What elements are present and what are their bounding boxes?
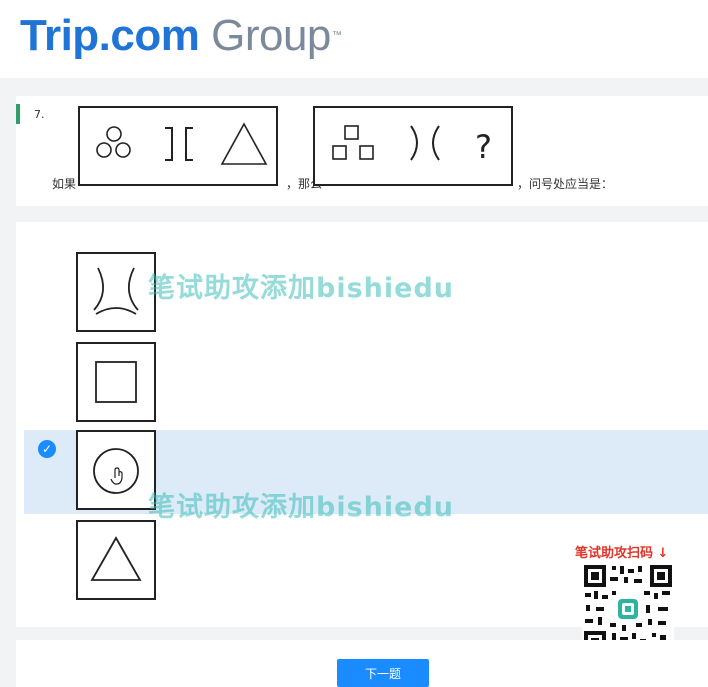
question-mark-glyph: ? <box>475 128 492 166</box>
figure-left-drawing <box>96 122 268 165</box>
question-text-before: 如果 <box>52 177 77 191</box>
figure-right-drawing: ? <box>332 125 492 166</box>
question-number: 7. <box>34 108 45 121</box>
next-question-button[interactable]: 下一题 <box>337 659 429 687</box>
triangle-icon <box>90 536 142 581</box>
question-figure-left <box>78 106 278 186</box>
question-text-after: ，问号处应当是： <box>517 177 614 191</box>
option-b[interactable] <box>24 340 708 424</box>
square-icon <box>95 361 137 403</box>
question-figure-right: ? <box>313 106 513 186</box>
question-accent-bar <box>16 104 20 124</box>
footer-bar: 下一题 <box>16 640 708 687</box>
check-icon: ✓ <box>38 440 56 458</box>
option-d-figure[interactable] <box>76 520 156 600</box>
watermark-top: 笔试助攻添加bishiedu <box>148 273 454 304</box>
logo-group: Group <box>211 11 331 60</box>
logo-trademark: ™ <box>331 30 342 41</box>
option-b-figure[interactable] <box>76 342 156 422</box>
qr-label: 笔试助攻扫码 ↓ <box>575 546 669 561</box>
option-a-figure[interactable] <box>76 252 156 332</box>
watermark-bottom: 笔试助攻添加bishiedu <box>148 492 454 523</box>
header: Trip.com Group™ <box>0 0 708 78</box>
curved-lines-icon <box>93 267 139 315</box>
trip-com-group-logo: Trip.com Group™ <box>20 10 342 62</box>
question-card: 7. 如果 ，那么 ? ，问号处应当是： <box>16 96 708 206</box>
option-c-figure[interactable] <box>76 430 156 510</box>
logo-brand: Trip.com <box>20 11 200 60</box>
circle-icon <box>93 448 139 494</box>
